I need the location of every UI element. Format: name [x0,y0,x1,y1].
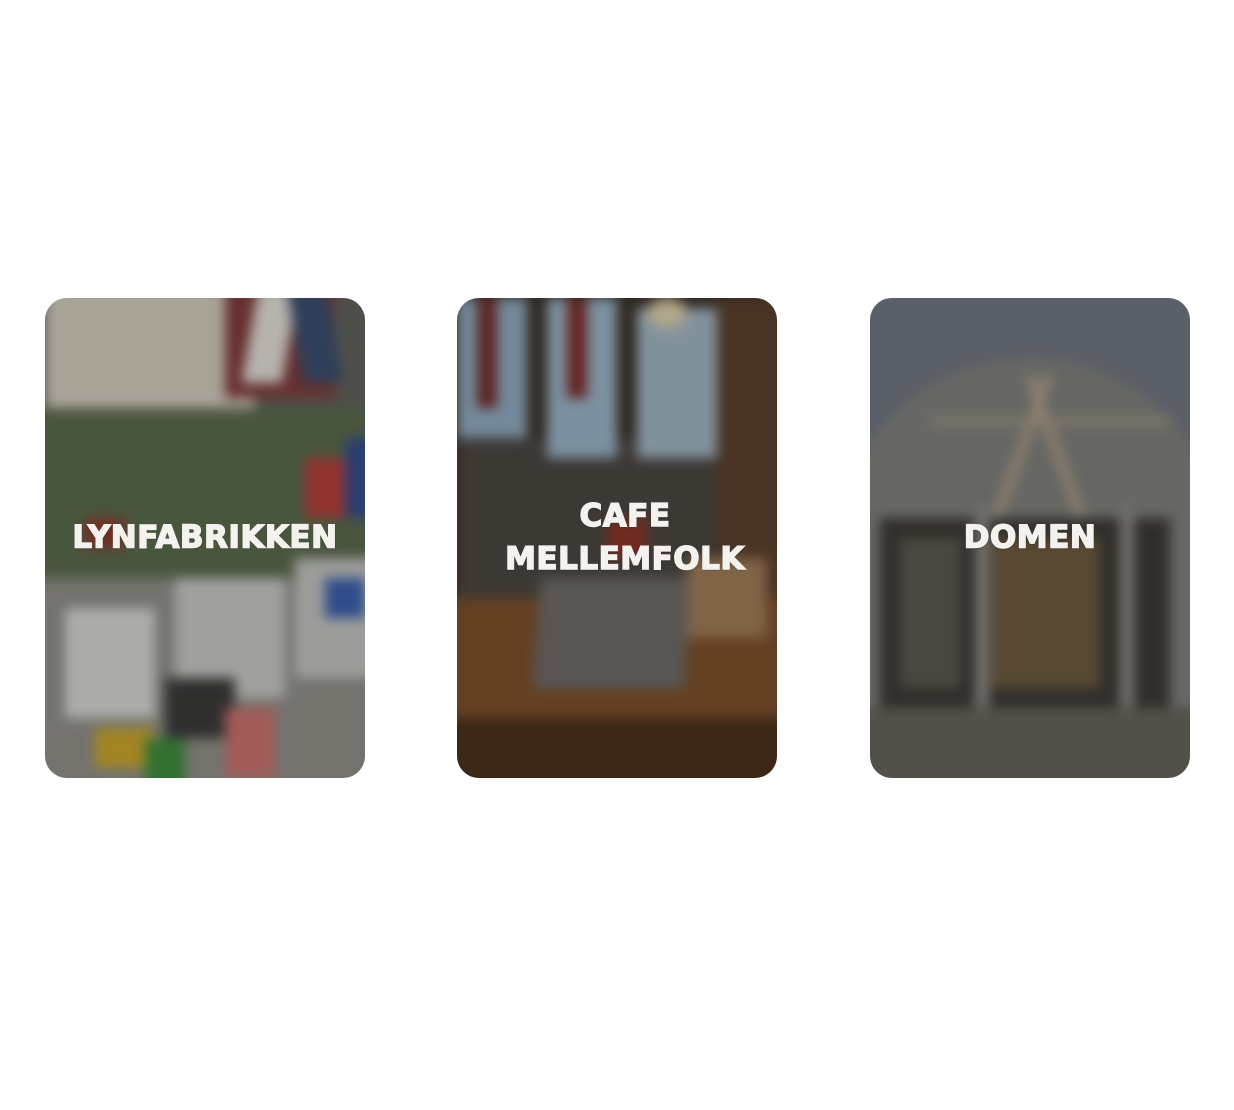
page: LYNFABRIKKEN CAFE MELLEMFOLK DOMEN [0,0,1234,1110]
card-lynfabrikken[interactable]: LYNFABRIKKEN [45,298,365,778]
card-title: CAFE MELLEMFOLK [504,497,745,577]
card-title: LYNFABRIKKEN [72,519,338,556]
card-cafe-mellemfolk[interactable]: CAFE MELLEMFOLK [457,298,777,778]
card-title: DOMEN [963,519,1097,556]
card-domen[interactable]: DOMEN [870,298,1190,778]
